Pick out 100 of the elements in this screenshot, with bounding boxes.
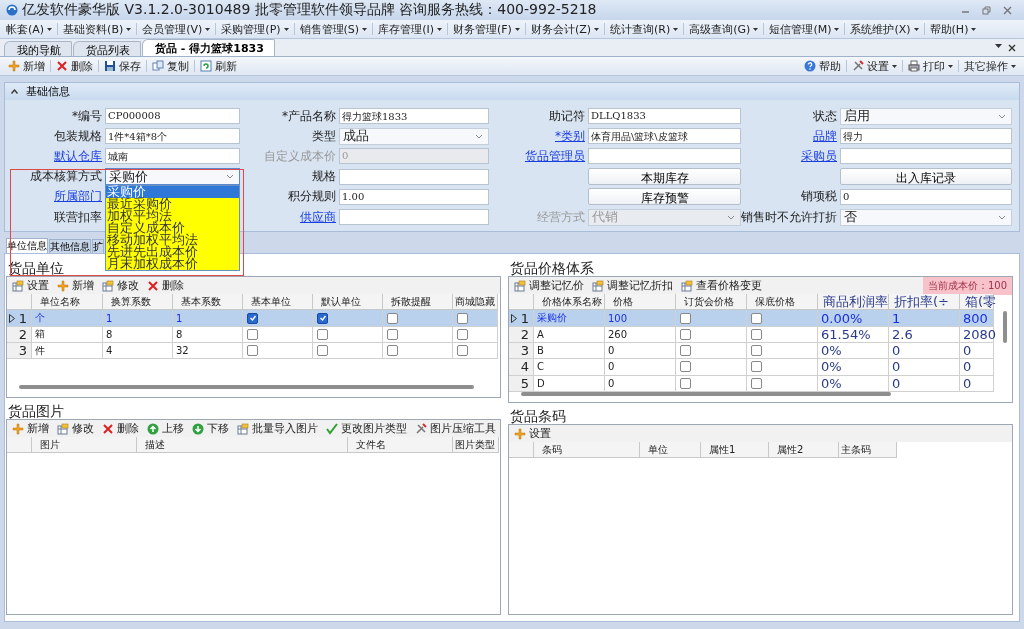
menu-item[interactable]: 高级查询(G): [685, 21, 763, 37]
link[interactable]: *类别: [555, 127, 585, 145]
checkbox[interactable]: [247, 345, 258, 357]
dropdown-field[interactable]: 成品: [339, 127, 489, 145]
dropdown-option[interactable]: 最近采购价: [106, 197, 239, 210]
checkbox[interactable]: [457, 345, 468, 357]
toolbar-button[interactable]: 批量导入图片: [233, 421, 322, 437]
toolbar-button[interactable]: 图片压缩工具: [411, 421, 500, 437]
checkbox[interactable]: [247, 328, 258, 340]
column-header[interactable]: 属性1: [701, 442, 769, 459]
toolbar-button[interactable]: 新增: [4, 58, 49, 74]
toolbar-button[interactable]: 查看价格变更: [677, 278, 766, 294]
toolbar-button[interactable]: 刷新: [196, 58, 241, 74]
toolbar-button[interactable]: 删除: [143, 278, 188, 294]
input-field[interactable]: 得力: [840, 128, 1012, 145]
tab[interactable]: 扩: [92, 239, 104, 254]
checkbox[interactable]: [680, 345, 691, 357]
menu-item[interactable]: 财务管理(F): [449, 21, 524, 37]
column-header[interactable]: 默认单位: [313, 294, 383, 311]
toolbar-button[interactable]: 新增: [8, 421, 53, 437]
checkbox[interactable]: [457, 328, 468, 340]
tab[interactable]: 其他信息: [49, 239, 91, 254]
toolbar-button[interactable]: 删除: [98, 421, 143, 437]
column-header[interactable]: 单位: [640, 442, 701, 459]
link[interactable]: 采购员: [801, 147, 837, 165]
restore-icon[interactable]: [982, 5, 991, 15]
column-header[interactable]: 主条码: [839, 442, 897, 459]
toolbar-button[interactable]: 调整记忆价: [510, 278, 588, 294]
dropdown-field[interactable]: 否: [840, 208, 1012, 226]
checkbox[interactable]: [680, 377, 691, 389]
column-header[interactable]: 保底价格: [747, 294, 818, 311]
column-header[interactable]: 商城隐藏: [453, 294, 498, 311]
menu-item[interactable]: 财务会计(Z): [526, 21, 604, 37]
checkbox[interactable]: [457, 312, 468, 324]
toolbar-button[interactable]: 保存: [100, 58, 145, 74]
link[interactable]: 默认仓库: [54, 147, 102, 165]
column-header[interactable]: 商品利润率: [818, 294, 889, 311]
column-header[interactable]: 箱(零: [960, 294, 994, 311]
checkbox[interactable]: [387, 328, 398, 340]
checkbox[interactable]: [751, 312, 762, 324]
input-field[interactable]: 0: [840, 188, 1012, 205]
input-field[interactable]: CP000008: [105, 108, 240, 125]
dropdown-option[interactable]: 自定义成本价: [106, 221, 239, 234]
dropdown-option[interactable]: 加权平均法: [106, 209, 239, 222]
dropdown-option[interactable]: 月末加权成本价: [106, 257, 239, 270]
toolbar-button[interactable]: 复制: [148, 58, 193, 74]
toolbar-button[interactable]: 帮助: [800, 58, 845, 74]
input-field[interactable]: [339, 168, 489, 185]
form-button[interactable]: 出入库记录: [840, 168, 1012, 186]
column-header[interactable]: 价格: [605, 294, 676, 311]
checkbox[interactable]: [751, 361, 762, 373]
form-button[interactable]: 库存预警: [588, 188, 741, 206]
input-field[interactable]: [840, 148, 1012, 165]
dropdown-field[interactable]: 启用: [840, 107, 1012, 125]
close-icon[interactable]: [1008, 43, 1016, 52]
column-header[interactable]: 图片: [32, 437, 137, 454]
menu-item[interactable]: 帮助(H): [925, 21, 981, 37]
toolbar-button[interactable]: 调整记忆折扣: [588, 278, 677, 294]
input-field[interactable]: [588, 148, 741, 165]
dropdown-option[interactable]: 采购价: [106, 185, 239, 198]
document-tab[interactable]: 货品列表: [73, 41, 141, 56]
link[interactable]: 品牌: [813, 127, 837, 145]
column-header[interactable]: 折扣率(÷: [889, 294, 960, 311]
link[interactable]: 所属部门: [54, 188, 102, 206]
toolbar-button[interactable]: 更改图片类型: [322, 421, 411, 437]
document-tab[interactable]: 货品 - 得力篮球1833: [142, 39, 275, 56]
toolbar-button[interactable]: 设置: [510, 426, 555, 442]
toolbar-button[interactable]: 上移: [143, 421, 188, 437]
checkbox[interactable]: [680, 312, 691, 324]
column-header[interactable]: 属性2: [769, 442, 839, 459]
checkbox[interactable]: [317, 312, 328, 324]
menu-item[interactable]: 会员管理(V): [138, 21, 215, 37]
column-header[interactable]: 条码: [534, 442, 640, 459]
menu-item[interactable]: 短信管理(M): [765, 21, 844, 37]
section-header[interactable]: 基础信息: [5, 83, 1019, 100]
input-field[interactable]: 体育用品\篮球\皮篮球: [588, 128, 741, 145]
menu-item[interactable]: 统计查询(R): [606, 21, 683, 37]
checkbox[interactable]: [751, 345, 762, 357]
menu-item[interactable]: 采购管理(P): [217, 21, 293, 37]
toolbar-button[interactable]: 下移: [188, 421, 233, 437]
toolbar-button[interactable]: 设置: [8, 278, 53, 294]
input-field[interactable]: 1.00: [339, 188, 489, 205]
input-field[interactable]: 城南: [105, 148, 240, 165]
checkbox[interactable]: [387, 312, 398, 324]
menu-item[interactable]: 帐套(A): [2, 21, 57, 37]
input-field[interactable]: 得力篮球1833: [339, 108, 489, 125]
column-header[interactable]: 图片类型: [453, 437, 499, 454]
toolbar-button[interactable]: 修改: [98, 278, 143, 294]
checkbox[interactable]: [680, 361, 691, 373]
document-tab[interactable]: 我的导航: [4, 41, 72, 56]
toolbar-button[interactable]: 其它操作: [960, 58, 1020, 74]
column-header[interactable]: 价格体系名称: [534, 294, 605, 311]
column-header[interactable]: 基本系数: [173, 294, 243, 311]
checkbox[interactable]: [247, 312, 258, 324]
checkbox[interactable]: [317, 328, 328, 340]
column-header[interactable]: 换算系数: [103, 294, 173, 311]
column-header[interactable]: 单位名称: [32, 294, 103, 311]
input-field[interactable]: DLLQ1833: [588, 108, 741, 125]
checkbox[interactable]: [751, 377, 762, 389]
checkbox[interactable]: [751, 328, 762, 340]
